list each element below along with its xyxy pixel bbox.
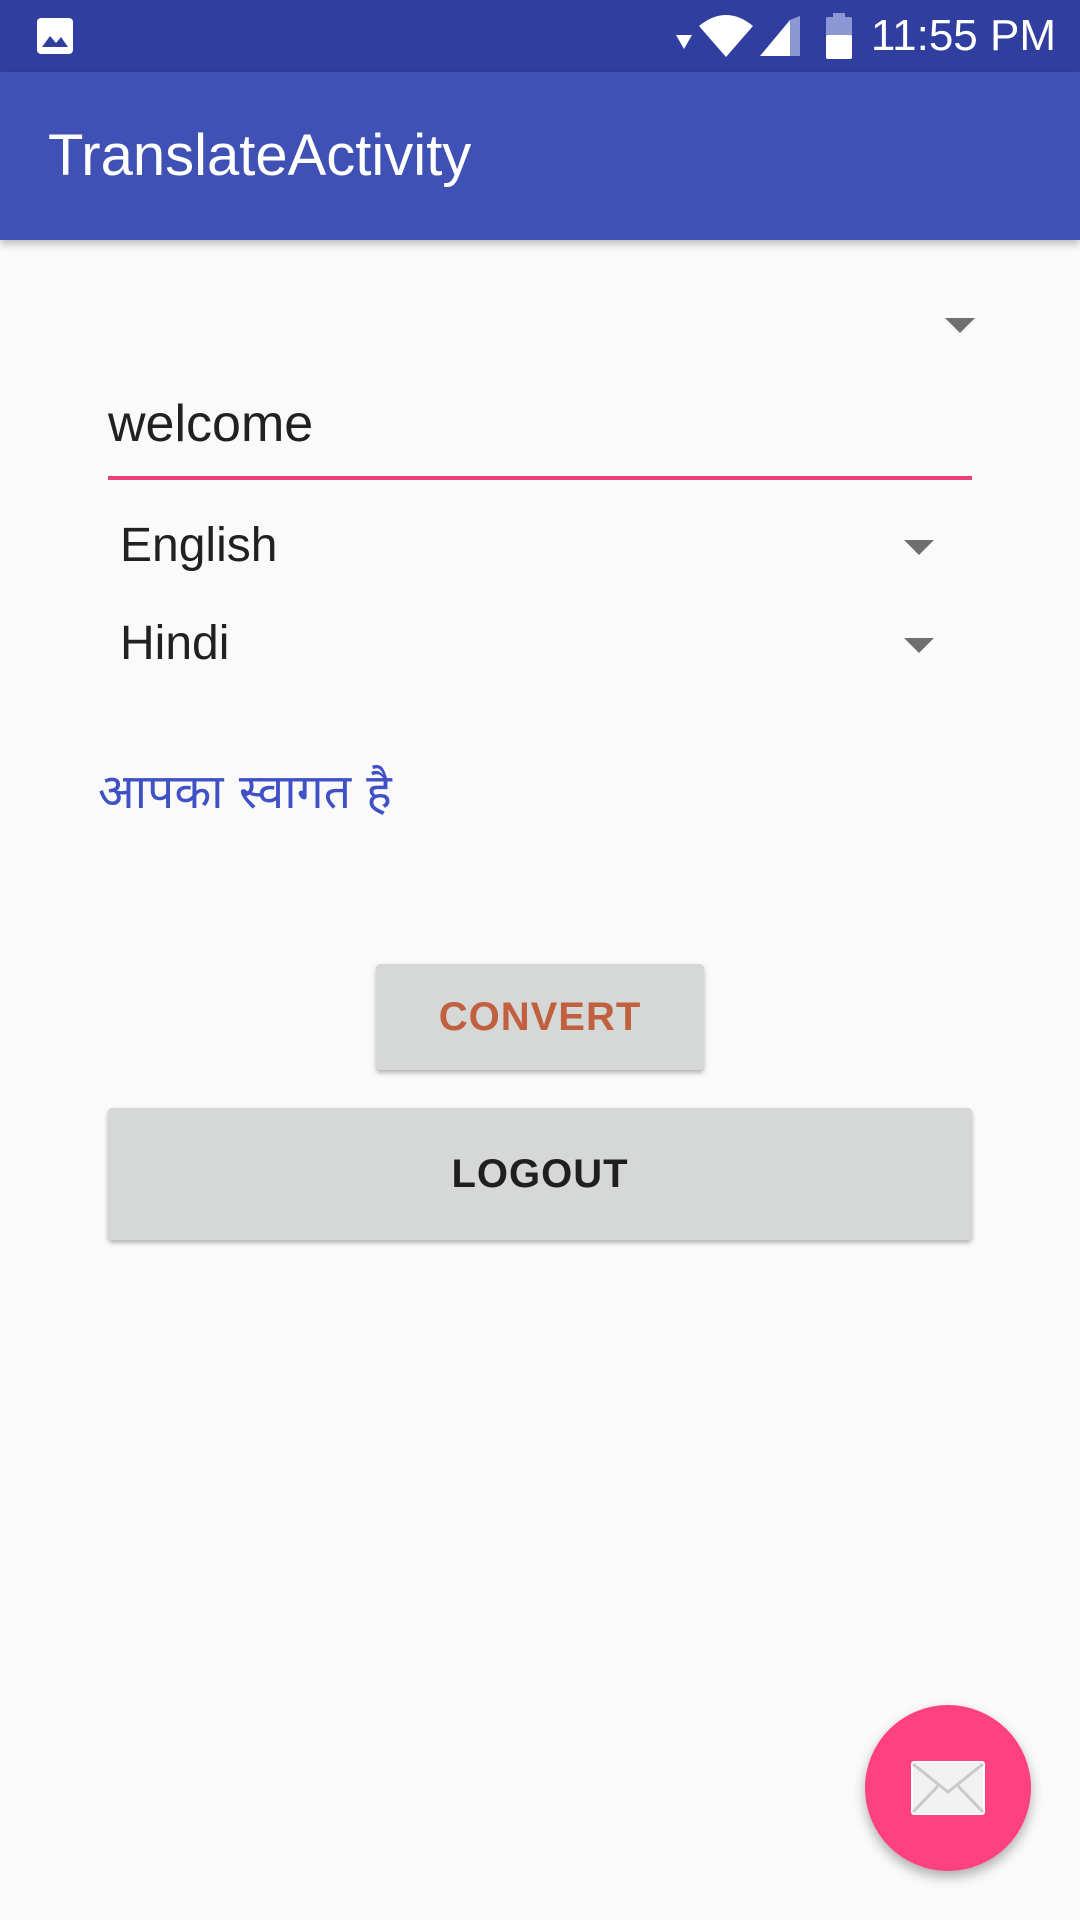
logout-button[interactable]: LOGOUT — [108, 1108, 972, 1240]
source-language-value: English — [120, 519, 278, 572]
source-language-spinner[interactable]: English — [108, 504, 938, 592]
text-input-field[interactable] — [108, 380, 972, 480]
convert-button[interactable]: CONVERT — [376, 964, 704, 1070]
target-language-value: Hindi — [120, 617, 230, 670]
battery-icon — [826, 13, 852, 59]
empty-spinner[interactable] — [108, 290, 980, 360]
download-icon — [676, 35, 692, 49]
translation-result: आपका स्वागत है — [98, 764, 392, 820]
wifi-icon — [699, 15, 753, 57]
app-bar: TranslateActivity — [0, 72, 1080, 240]
text-input[interactable] — [108, 386, 968, 462]
dropdown-arrow-icon — [904, 638, 934, 653]
status-bar: 11:55 PM — [0, 0, 1080, 72]
target-language-spinner[interactable]: Hindi — [108, 602, 938, 690]
gallery-icon — [37, 18, 73, 54]
status-clock: 11:55 PM — [870, 11, 1056, 60]
dropdown-arrow-icon — [945, 318, 975, 333]
translate-screen: 11:55 PM TranslateActivity English Hindi… — [0, 0, 1080, 1920]
dropdown-arrow-icon — [904, 540, 934, 555]
signal-icon — [760, 16, 800, 56]
page-title: TranslateActivity — [48, 123, 472, 188]
mail-icon — [911, 1761, 985, 1815]
mail-fab-button[interactable] — [865, 1705, 1031, 1871]
